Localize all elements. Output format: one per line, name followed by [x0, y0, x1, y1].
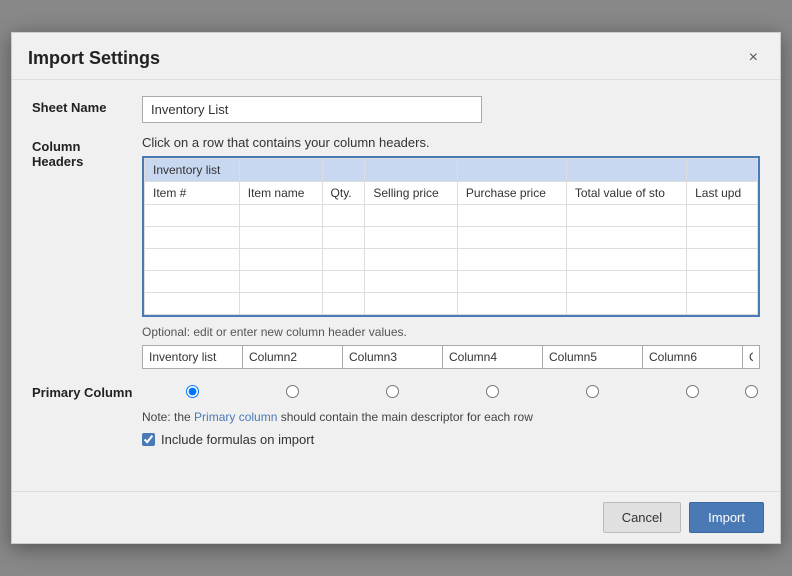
table-cell [322, 159, 365, 182]
column-headers-label: ColumnHeaders [32, 135, 142, 169]
table-row[interactable]: Inventory list [145, 159, 758, 182]
column-headers-content: Click on a row that contains your column… [142, 135, 760, 369]
table-cell [145, 205, 240, 227]
optional-label: Optional: edit or enter new column heade… [142, 325, 760, 339]
radio-cell-1 [142, 381, 242, 402]
edit-col-cell-7 [743, 346, 759, 368]
headers-table: Inventory list Item # Item name [144, 158, 758, 315]
primary-radio-6[interactable] [686, 385, 699, 398]
table-row[interactable] [145, 249, 758, 271]
close-button[interactable]: × [743, 47, 764, 69]
table-row[interactable] [145, 293, 758, 315]
table-cell [566, 159, 686, 182]
formula-label: Include formulas on import [161, 432, 314, 447]
cancel-button[interactable]: Cancel [603, 502, 681, 533]
table-cell: Total value of sto [566, 182, 686, 205]
table-cell [145, 227, 240, 249]
edit-col-input-2[interactable] [243, 346, 342, 368]
edit-col-cell-6 [643, 346, 743, 368]
primary-radio-7[interactable] [745, 385, 758, 398]
primary-radio-1[interactable] [186, 385, 199, 398]
edit-col-input-1[interactable] [143, 346, 242, 368]
primary-radio-3[interactable] [386, 385, 399, 398]
table-cell [145, 249, 240, 271]
dialog-header: Import Settings × [12, 33, 780, 80]
primary-radio-5[interactable] [586, 385, 599, 398]
sheet-name-label: Sheet Name [32, 96, 142, 115]
column-headers-instruction: Click on a row that contains your column… [142, 135, 760, 150]
sheet-name-content [142, 96, 760, 123]
edit-col-input-4[interactable] [443, 346, 542, 368]
dialog-title: Import Settings [28, 48, 160, 69]
edit-col-input-6[interactable] [643, 346, 742, 368]
dialog-body: Sheet Name ColumnHeaders Click on a row … [12, 80, 780, 491]
table-cell [687, 159, 758, 182]
table-row[interactable] [145, 271, 758, 293]
table-cell: Item name [239, 182, 322, 205]
table-row[interactable]: Item # Item name Qty. Selling price Purc… [145, 182, 758, 205]
headers-table-container[interactable]: Inventory list Item # Item name [142, 156, 760, 317]
formula-checkbox[interactable] [142, 433, 155, 446]
edit-col-input-5[interactable] [543, 346, 642, 368]
edit-col-input-7[interactable] [743, 346, 759, 368]
edit-col-cell-1 [143, 346, 243, 368]
dialog-footer: Cancel Import [12, 491, 780, 543]
primary-column-content: Note: the Primary column should contain … [142, 381, 760, 463]
sheet-name-input[interactable] [142, 96, 482, 123]
radio-cell-5 [542, 381, 642, 402]
table-cell: Selling price [365, 182, 458, 205]
formula-row: Include formulas on import [142, 432, 760, 447]
primary-radio-4[interactable] [486, 385, 499, 398]
table-cell: Purchase price [457, 182, 566, 205]
edit-col-input-3[interactable] [343, 346, 442, 368]
primary-column-row: Primary Column [32, 381, 760, 463]
table-cell: Inventory list [145, 159, 240, 182]
edit-columns-container [142, 345, 760, 369]
import-button[interactable]: Import [689, 502, 764, 533]
radio-cell-2 [242, 381, 342, 402]
column-headers-row: ColumnHeaders Click on a row that contai… [32, 135, 760, 369]
primary-radio-2[interactable] [286, 385, 299, 398]
radio-cell-6 [642, 381, 742, 402]
table-cell [457, 159, 566, 182]
primary-note-highlight: Primary column [194, 410, 277, 424]
radio-cell-7 [742, 381, 760, 402]
table-row[interactable] [145, 227, 758, 249]
table-cell: Last upd [687, 182, 758, 205]
table-cell: Item # [145, 182, 240, 205]
radio-cell-4 [442, 381, 542, 402]
table-cell [145, 293, 240, 315]
primary-note: Note: the Primary column should contain … [142, 410, 760, 424]
table-row[interactable] [145, 205, 758, 227]
radio-cell-3 [342, 381, 442, 402]
table-cell [145, 271, 240, 293]
primary-column-label: Primary Column [32, 381, 142, 400]
sheet-name-row: Sheet Name [32, 96, 760, 123]
table-cell [365, 159, 458, 182]
edit-col-cell-5 [543, 346, 643, 368]
table-cell [239, 159, 322, 182]
radio-container [142, 381, 760, 402]
import-settings-dialog: Import Settings × Sheet Name ColumnHeade… [11, 32, 781, 544]
edit-col-cell-2 [243, 346, 343, 368]
edit-col-cell-4 [443, 346, 543, 368]
edit-col-cell-3 [343, 346, 443, 368]
table-cell: Qty. [322, 182, 365, 205]
